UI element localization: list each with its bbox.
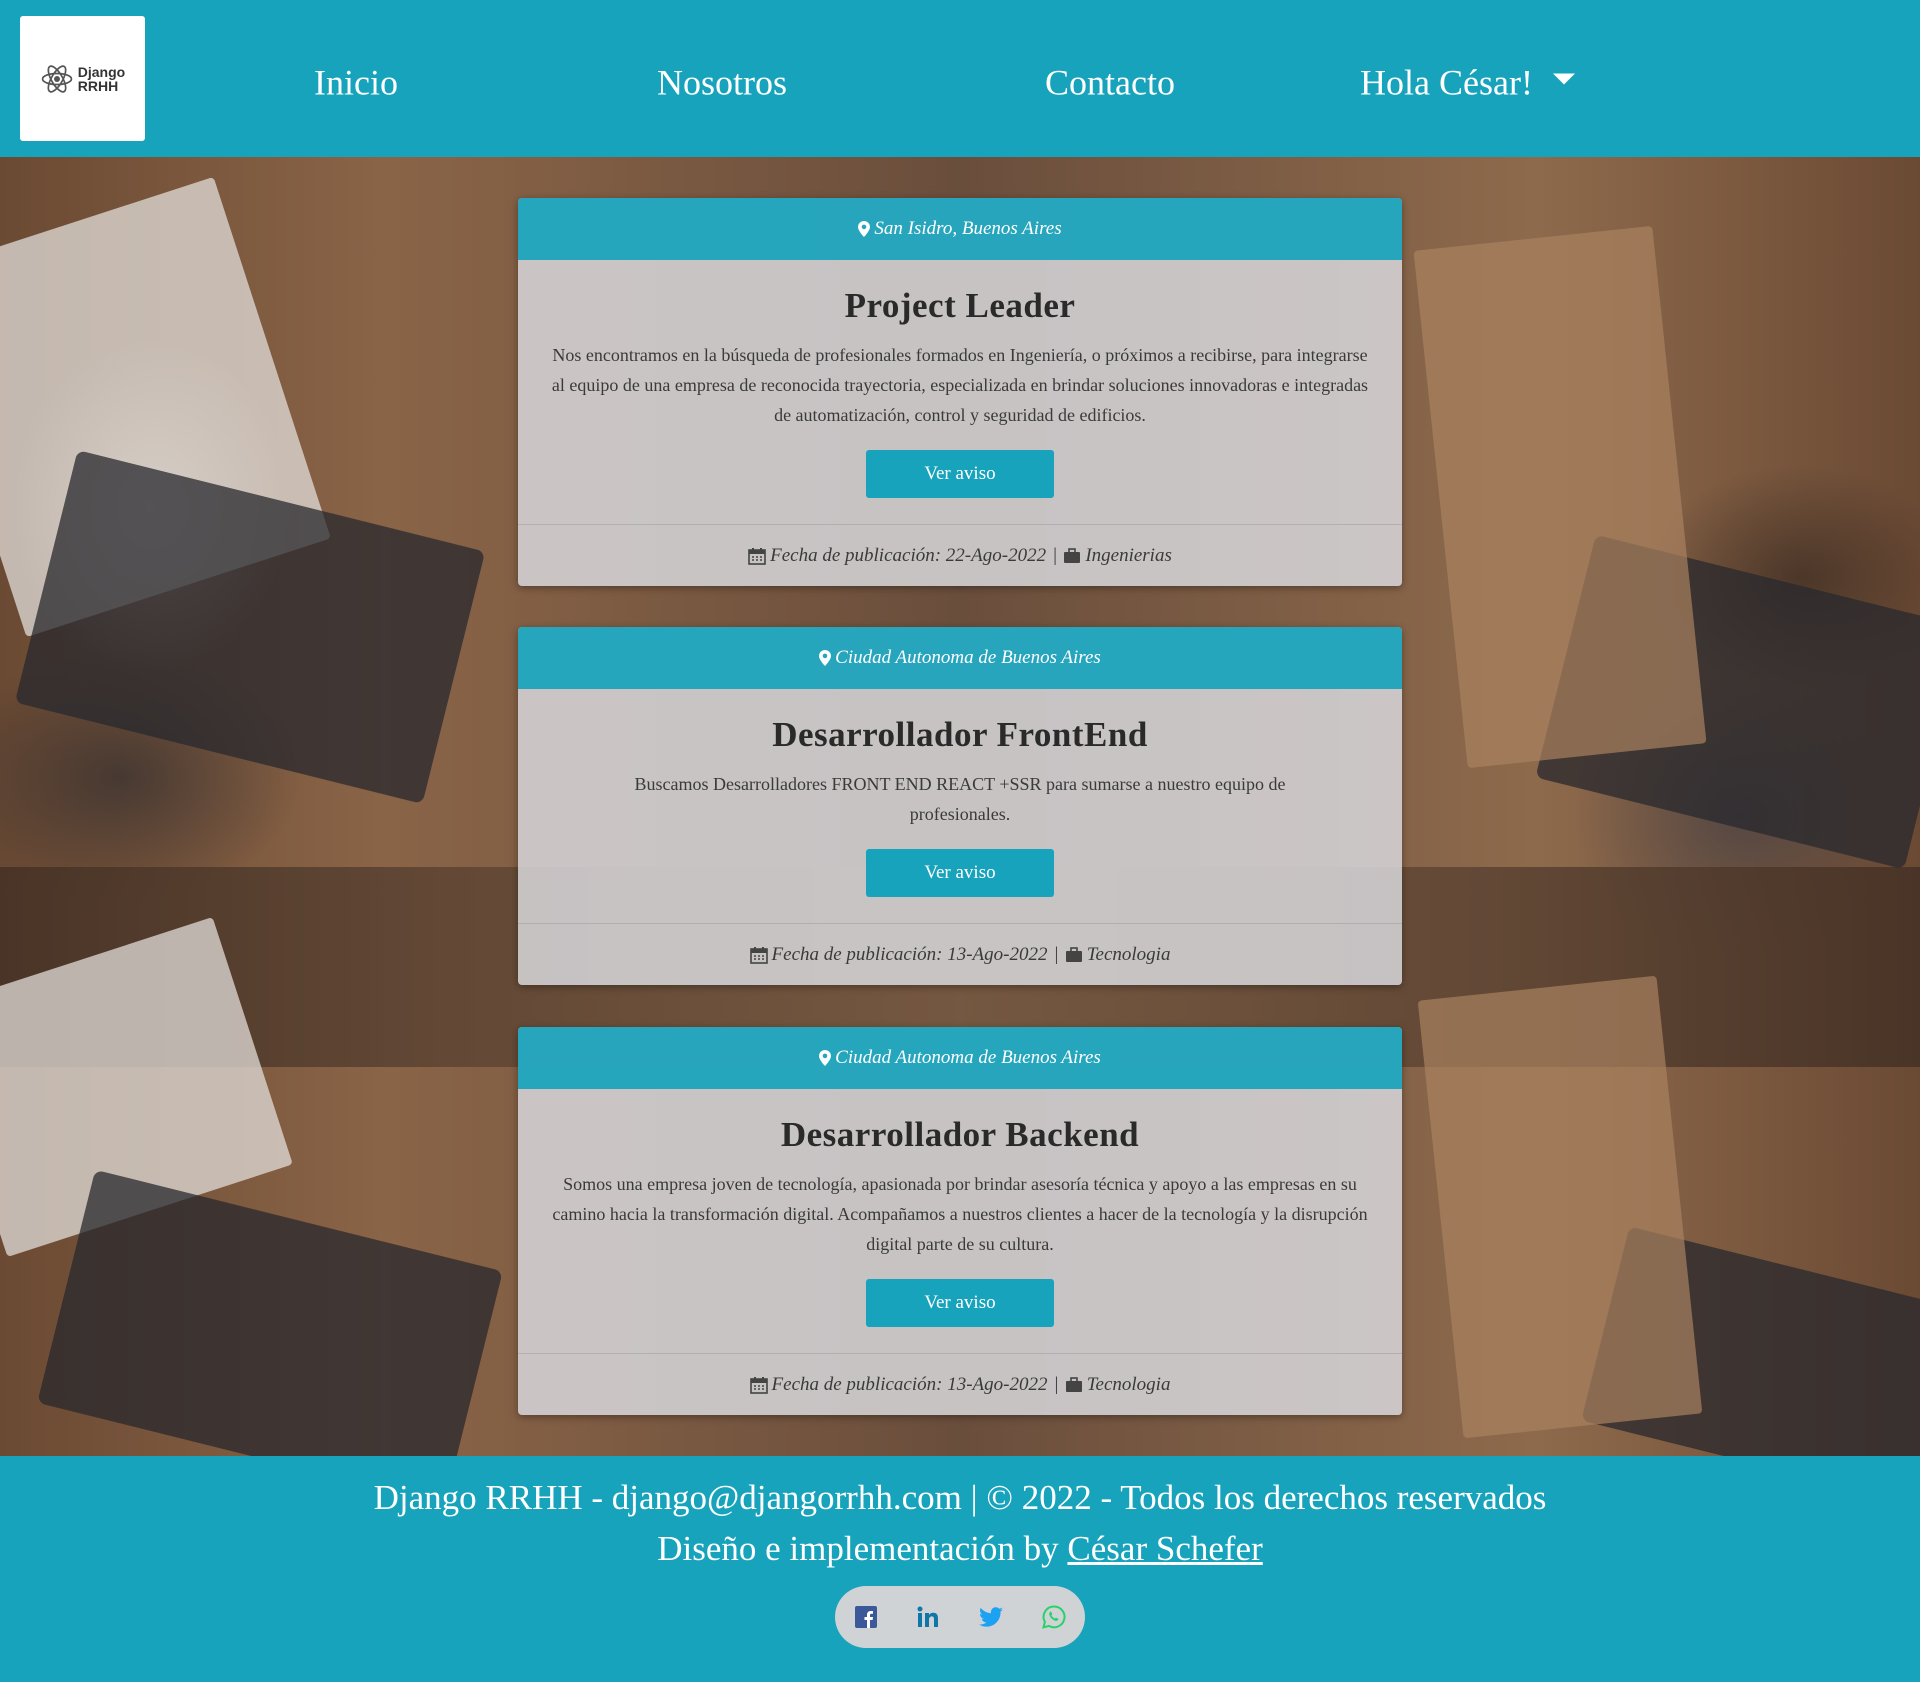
job-category: Tecnologia	[1086, 943, 1171, 965]
atom-icon	[41, 64, 73, 93]
job-card: Ciudad Autonoma de Buenos Aires Desarrol…	[518, 1027, 1402, 1415]
job-location-header: Ciudad Autonoma de Buenos Aires	[518, 1027, 1402, 1089]
whatsapp-icon[interactable]	[1034, 1597, 1074, 1637]
map-marker-icon	[819, 650, 832, 666]
background-notebook	[1417, 975, 1703, 1439]
map-marker-icon	[858, 221, 871, 237]
job-description: Buscamos Desarrolladores FRONT END REACT…	[634, 774, 1286, 824]
job-meta-footer: Fecha de publicación: 13-Ago-2022 | Tecn…	[518, 1353, 1402, 1415]
background-laptop	[37, 1169, 503, 1456]
job-location: San Isidro, Buenos Aires	[874, 218, 1062, 239]
job-date: Fecha de publicación: 22-Ago-2022	[770, 544, 1047, 566]
separator: |	[1053, 1373, 1059, 1395]
separator: |	[1052, 544, 1058, 566]
job-description: Somos una empresa joven de tecnología, a…	[552, 1174, 1368, 1254]
separator: |	[1053, 943, 1059, 965]
author-link[interactable]: César Schefer	[1067, 1529, 1262, 1568]
nav-contacto[interactable]: Contacto	[1045, 58, 1175, 108]
footer-credits: Diseño e implementación by César Schefer	[0, 1522, 1920, 1576]
logo-text: Django RRHH	[78, 65, 125, 93]
ver-aviso-button[interactable]: Ver aviso	[866, 849, 1054, 897]
user-greeting: Hola César!	[1360, 62, 1533, 103]
job-date: Fecha de publicación: 13-Ago-2022	[771, 1373, 1048, 1395]
caret-down-icon	[1552, 73, 1575, 84]
calendar-icon	[748, 547, 766, 565]
footer-credits-prefix: Diseño e implementación by	[657, 1529, 1068, 1568]
nav-nosotros[interactable]: Nosotros	[657, 58, 787, 108]
ver-aviso-button[interactable]: Ver aviso	[866, 1279, 1054, 1327]
job-category: Tecnologia	[1086, 1373, 1171, 1395]
job-location-header: Ciudad Autonoma de Buenos Aires	[518, 627, 1402, 689]
job-location: Ciudad Autonoma de Buenos Aires	[835, 1047, 1101, 1068]
nav-inicio[interactable]: Inicio	[314, 58, 398, 108]
footer: Django RRHH - django@djangorrhh.com | © …	[0, 1456, 1920, 1682]
job-location: Ciudad Autonoma de Buenos Aires	[835, 647, 1101, 668]
facebook-icon[interactable]	[846, 1597, 886, 1637]
job-title: Project Leader	[844, 286, 1076, 325]
social-links	[835, 1586, 1085, 1648]
job-location-header: San Isidro, Buenos Aires	[518, 198, 1402, 260]
briefcase-icon	[1065, 946, 1082, 962]
job-category: Ingenierias	[1085, 544, 1172, 566]
job-title: Desarrollador Backend	[780, 1115, 1140, 1154]
job-meta-footer: Fecha de publicación: 22-Ago-2022 | Inge…	[518, 524, 1402, 586]
job-date: Fecha de publicación: 13-Ago-2022	[771, 943, 1048, 965]
background-notebook	[1413, 225, 1707, 769]
job-meta-footer: Fecha de publicación: 13-Ago-2022 | Tecn…	[518, 923, 1402, 985]
linkedin-icon[interactable]	[909, 1597, 949, 1637]
job-description: Nos encontramos en la búsqueda de profes…	[551, 345, 1369, 425]
logo[interactable]: Django RRHH	[20, 16, 145, 141]
footer-copyright: Django RRHH - django@djangorrhh.com | © …	[373, 1478, 1547, 1517]
job-card: Ciudad Autonoma de Buenos Aires Desarrol…	[518, 627, 1402, 985]
job-card: San Isidro, Buenos Aires Project Leader …	[518, 198, 1402, 586]
logo-line1: Django	[77, 63, 126, 80]
map-marker-icon	[819, 1050, 832, 1066]
user-menu-dropdown[interactable]: Hola César!	[1360, 58, 1575, 108]
background-laptop	[14, 450, 486, 804]
logo-line2: RRHH	[77, 77, 119, 94]
briefcase-icon	[1064, 547, 1081, 563]
twitter-icon[interactable]	[971, 1597, 1011, 1637]
calendar-icon	[749, 1376, 768, 1394]
navbar: Django RRHH Inicio Nosotros Contacto Hol…	[0, 0, 1920, 157]
calendar-icon	[749, 946, 768, 964]
ver-aviso-button[interactable]: Ver aviso	[866, 450, 1054, 498]
briefcase-icon	[1065, 1376, 1082, 1392]
job-title: Desarrollador FrontEnd	[772, 715, 1148, 754]
